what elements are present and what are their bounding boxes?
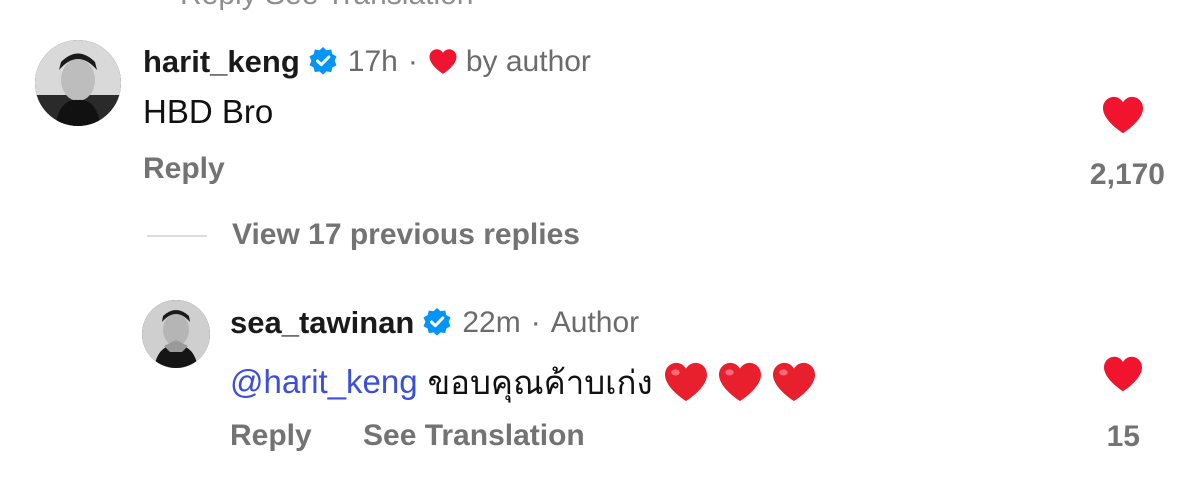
separator-dot: · xyxy=(407,45,418,78)
verified-badge-icon xyxy=(308,46,338,81)
reply-time: 22m xyxy=(462,306,521,339)
comment-time: 17h xyxy=(347,45,398,78)
comment-username[interactable]: harit_keng xyxy=(143,44,300,80)
replies-divider xyxy=(147,235,207,237)
reply-text: @harit_keng ขอบคุณค้าบเก่ง xyxy=(230,358,817,406)
comment-like-count: 2,170 xyxy=(1089,158,1165,191)
comment-header: harit_keng 17h · by author xyxy=(143,42,591,82)
separator-dot: · xyxy=(530,306,541,339)
red-heart-emoji xyxy=(772,362,815,402)
reply-like-count: 15 xyxy=(1106,420,1140,453)
reply-body-text: ขอบคุณค้าบเก่ง xyxy=(427,363,653,401)
reply-like-heart-icon[interactable] xyxy=(1101,355,1145,398)
comment-like-heart-icon[interactable] xyxy=(1100,95,1146,140)
view-previous-replies-button[interactable]: View 17 previous replies xyxy=(232,218,580,252)
previous-comment-actions: Reply See Translation xyxy=(180,0,474,12)
heart-emoji-group xyxy=(663,361,817,403)
comment-reply-button[interactable]: Reply xyxy=(143,152,225,186)
comment-text: HBD Bro xyxy=(143,93,274,130)
red-heart-emoji xyxy=(664,362,707,402)
author-heart-icon xyxy=(428,48,458,80)
avatar-harit-keng[interactable] xyxy=(35,40,121,126)
verified-badge-icon xyxy=(422,307,452,342)
red-heart-emoji xyxy=(718,362,761,402)
reply-username[interactable]: sea_tawinan xyxy=(230,305,414,341)
liked-by-author-label: by author xyxy=(465,45,591,78)
reply-mention-link[interactable]: @harit_keng xyxy=(230,363,418,401)
avatar-sea-tawinan[interactable] xyxy=(142,300,210,368)
reply-reply-button[interactable]: Reply xyxy=(230,419,312,453)
see-translation-button[interactable]: See Translation xyxy=(363,419,585,453)
reply-header: sea_tawinan 22m · Author xyxy=(230,303,639,343)
author-label: Author xyxy=(550,306,640,339)
